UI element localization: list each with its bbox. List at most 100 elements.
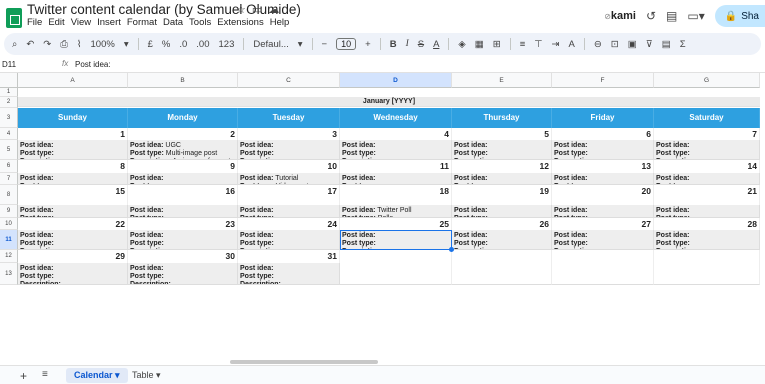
merge-cells-icon[interactable]: ⊞ (493, 39, 501, 50)
chevron-down-icon[interactable]: ▾ (298, 39, 303, 50)
currency-format-button[interactable]: £ (148, 39, 153, 50)
percent-format-button[interactable]: % (162, 39, 170, 50)
text-color-icon[interactable]: A (433, 39, 439, 50)
row-header-13[interactable]: 13 (0, 263, 18, 285)
text-wrap-icon[interactable]: ⇥ (552, 39, 560, 50)
post-cell[interactable]: Post idea:Post type:Description: (340, 230, 452, 250)
post-cell[interactable]: Post idea:Post type:Description: (238, 263, 340, 285)
column-header-d[interactable]: D (340, 73, 452, 88)
menu-view[interactable]: View (71, 17, 91, 28)
formula-input[interactable]: Post idea: (75, 60, 111, 69)
horizontal-align-icon[interactable]: ≡ (520, 39, 526, 50)
cloud-status-icon[interactable]: ☁ (268, 4, 285, 16)
chevron-down-icon[interactable]: ▾ (124, 39, 129, 50)
column-header-e[interactable]: E (452, 73, 552, 88)
font-size-decrease-icon[interactable]: − (322, 39, 328, 50)
menu-extensions[interactable]: Extensions (217, 17, 263, 28)
history-icon[interactable]: ↺ (646, 9, 656, 23)
share-button[interactable]: 🔒 Sha (714, 5, 765, 27)
menu-file[interactable]: File (27, 17, 42, 28)
post-cell[interactable]: Post idea:Post type:Description: (128, 263, 238, 285)
redo-icon[interactable]: ↷ (43, 39, 51, 50)
post-cell[interactable]: Post idea:Post type:Description: (128, 173, 238, 185)
post-cell[interactable]: Post idea:Post type:Description: (18, 173, 128, 185)
post-cell[interactable]: Post idea:Post type:Description: (238, 230, 340, 250)
row-header-11[interactable]: 11 (0, 230, 18, 250)
post-cell[interactable]: Post idea: Twitter PollPost type: PollsD… (340, 205, 452, 218)
post-cell[interactable]: Post idea: TutorialPost type: Video post… (238, 173, 340, 185)
font-select[interactable]: Defaul... (253, 39, 288, 50)
post-cell[interactable]: Post idea:Post type:Description: (18, 140, 128, 160)
print-icon[interactable]: ⎙ (60, 39, 68, 50)
column-header-g[interactable]: G (654, 73, 760, 88)
font-size-increase-icon[interactable]: + (365, 39, 371, 50)
insert-chart-icon[interactable]: ▣ (628, 39, 637, 50)
menu-format[interactable]: Format (127, 17, 157, 28)
post-cell[interactable]: Post idea:Post type:Description: (654, 205, 760, 218)
row-header-4[interactable]: 4 (0, 128, 18, 140)
column-header-b[interactable]: B (128, 73, 238, 88)
star-icon[interactable]: ☆ (236, 4, 252, 16)
borders-icon[interactable]: ▦ (475, 39, 484, 50)
insert-comment-icon[interactable]: ⊡ (611, 39, 619, 50)
select-all-corner[interactable] (0, 73, 18, 88)
empty-cell[interactable] (340, 263, 452, 285)
row-header-7[interactable]: 7 (0, 173, 18, 185)
text-rotation-icon[interactable]: A (568, 39, 574, 50)
filter-views-icon[interactable]: ▤ (662, 39, 671, 50)
post-cell[interactable]: Post idea:Post type:Description: (340, 140, 452, 160)
column-header-a[interactable]: A (18, 73, 128, 88)
add-sheet-icon[interactable]: + (20, 369, 27, 383)
post-cell[interactable]: Post idea: UGC Post type: Multi-image pos… (128, 140, 238, 160)
post-cell[interactable]: Post idea:Post type:Description: (452, 140, 552, 160)
comments-icon[interactable]: ▤ (666, 9, 677, 23)
empty-cell[interactable] (552, 263, 654, 285)
kami-extension-button[interactable]: ⊘kami (604, 10, 636, 22)
paint-format-icon[interactable]: ⌇ (77, 39, 82, 50)
post-cell[interactable]: Post idea:Post type:Description: (128, 230, 238, 250)
post-cell[interactable]: Post idea:Post type:Description: (452, 205, 552, 218)
fill-color-icon[interactable]: ◈ (458, 39, 465, 50)
post-cell[interactable]: Post idea:Post type:Description: (552, 173, 654, 185)
post-cell[interactable]: Post idea:Post type:Description: (552, 230, 654, 250)
row-header-5[interactable]: 5 (0, 140, 18, 160)
post-cell[interactable]: Post idea:Post type:Description: (552, 140, 654, 160)
font-size-input[interactable]: 10 (336, 38, 357, 50)
menu-data[interactable]: Data (163, 17, 183, 28)
post-cell[interactable]: Post idea:Post type:Description: (654, 230, 760, 250)
row-header-1[interactable]: 1 (0, 88, 18, 97)
meet-icon[interactable]: ▭▾ (687, 9, 704, 23)
chevron-down-icon[interactable]: ▾ (113, 370, 120, 380)
sheet-tab-calendar[interactable]: Calendar ▾ (66, 368, 128, 383)
all-sheets-icon[interactable]: ≡ (42, 369, 48, 380)
name-box[interactable]: D11 (2, 60, 16, 69)
horizontal-scrollbar[interactable] (230, 360, 378, 364)
row-header-12[interactable]: 12 (0, 250, 18, 263)
row-header-10[interactable]: 10 (0, 218, 18, 230)
number-format-button[interactable]: 123 (219, 39, 235, 50)
fill-handle[interactable] (449, 247, 454, 252)
menu-tools[interactable]: Tools (189, 17, 211, 28)
column-header-f[interactable]: F (552, 73, 654, 88)
post-cell[interactable]: Post idea:Post type:Description: (128, 205, 238, 218)
post-cell[interactable]: Post idea:Post type:Description: (452, 173, 552, 185)
move-folder-icon[interactable]: ▭ (252, 4, 268, 16)
bold-icon[interactable]: B (390, 39, 397, 50)
menu-edit[interactable]: Edit (48, 17, 64, 28)
post-cell[interactable]: Post idea:Post type:Description: (654, 173, 760, 185)
vertical-align-icon[interactable]: ⊤ (534, 39, 542, 50)
row-header-2[interactable]: 2 (0, 97, 18, 108)
post-cell[interactable]: Post idea:Post type:Description: (552, 205, 654, 218)
zoom-select[interactable]: 100% (91, 39, 115, 50)
post-cell[interactable]: Post idea:Post type:Description: (18, 205, 128, 218)
column-header-c[interactable]: C (238, 73, 340, 88)
post-cell[interactable]: Post idea:Post type:Description: (452, 230, 552, 250)
chevron-down-icon[interactable]: ▾ (154, 370, 161, 380)
undo-icon[interactable]: ↶ (26, 39, 34, 50)
menu-insert[interactable]: Insert (97, 17, 121, 28)
empty-cell[interactable] (654, 263, 760, 285)
sheets-logo-icon[interactable] (6, 8, 22, 28)
post-cell[interactable]: Post idea:Post type:Description: (340, 173, 452, 185)
post-cell[interactable]: Post idea:Post type:Description: (654, 140, 760, 160)
row-header-8[interactable]: 8 (0, 185, 18, 205)
